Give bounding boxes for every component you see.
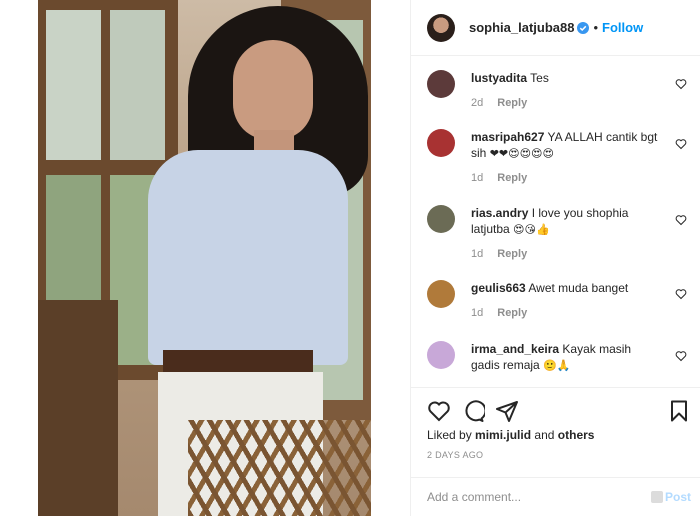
comment-age: 2d [471, 97, 484, 109]
commenter-avatar[interactable] [427, 205, 455, 233]
comment-emoji: 🙂🙏 [543, 359, 571, 372]
comment-text-block: geulis663 Awet muda banget [471, 280, 661, 296]
comment-emoji: 😍😘👍 [513, 223, 550, 236]
reply-button[interactable]: Reply [497, 248, 527, 260]
commenter-avatar[interactable] [427, 129, 455, 157]
heart-outline-icon[interactable] [675, 350, 687, 362]
header-separator: • [593, 20, 599, 35]
comment-text-block: rias.andry I love you shophia latjutba 😍… [471, 205, 661, 238]
heart-outline-icon[interactable] [675, 214, 687, 226]
liked-by-connector: and [534, 428, 555, 442]
rattan-chair [188, 420, 371, 516]
liked-by-others[interactable]: others [558, 428, 595, 442]
comments-list[interactable]: lustyadita Tes 2d Reply masripah627 YA AL… [411, 57, 700, 387]
comment-meta: 1d Reply [471, 172, 527, 184]
liked-by-line: Liked by mimi.julid and others [427, 428, 594, 442]
comment-username[interactable]: lustyadita [471, 71, 527, 85]
commenter-avatar[interactable] [427, 280, 455, 308]
comment-meta: 1d Reply [471, 248, 527, 260]
heart-outline-icon[interactable] [675, 138, 687, 150]
post-header: sophia_latjuba88 • Follow [411, 0, 700, 56]
owner-avatar[interactable] [427, 13, 455, 42]
comment-username[interactable]: irma_and_keira [471, 342, 559, 356]
comment-text-block: irma_and_keira Kayak masih gadis remaja … [471, 341, 661, 374]
person-face [233, 40, 313, 140]
comment-username[interactable]: geulis663 [471, 281, 526, 295]
post-date[interactable]: 2 DAYS AGO [427, 450, 483, 460]
comment-meta: 1d Reply [471, 307, 527, 319]
heart-outline-icon[interactable] [427, 399, 451, 423]
owner-username[interactable]: sophia_latjuba88 [469, 20, 574, 35]
comment-input[interactable] [427, 486, 637, 508]
comment-emoji: ❤❤😍😍😍😍 [489, 147, 554, 160]
heart-outline-icon[interactable] [675, 78, 687, 90]
reply-button[interactable]: Reply [497, 307, 527, 319]
post-media-pane [0, 0, 410, 516]
paper-plane-icon[interactable] [495, 399, 519, 423]
comment-text: Awet muda banget [528, 281, 629, 295]
post-photo[interactable] [38, 0, 371, 516]
follow-button[interactable]: Follow [602, 20, 643, 35]
comment-text-block: lustyadita Tes [471, 70, 661, 86]
liked-by-prefix: Liked by [427, 428, 472, 442]
comment-text: Tes [530, 71, 549, 85]
comment-age: 1d [471, 172, 484, 184]
liked-by-user[interactable]: mimi.julid [475, 428, 531, 442]
comment-age: 1d [471, 248, 484, 260]
comment-meta: 2d Reply [471, 97, 527, 109]
add-comment-bar: Post [411, 477, 700, 516]
comment-age: 1d [471, 307, 484, 319]
post-actions: Liked by mimi.julid and others 2 DAYS AG… [411, 387, 700, 515]
heart-outline-icon[interactable] [675, 288, 687, 300]
comment-text-block: masripah627 YA ALLAH cantik bgt sih ❤❤😍😍… [471, 129, 661, 162]
post-button-label: Post [664, 490, 691, 504]
comment-username[interactable]: masripah627 [471, 130, 544, 144]
post-comment-button[interactable]: Post [650, 490, 691, 504]
comment-bubble-icon[interactable] [461, 399, 485, 423]
bookmark-icon[interactable] [667, 399, 691, 423]
commenter-avatar[interactable] [427, 341, 455, 369]
reply-button[interactable]: Reply [497, 172, 527, 184]
person-shirt [148, 150, 348, 365]
verified-badge-icon [577, 21, 590, 34]
post-sidebar: sophia_latjuba88 • Follow lustyadita Tes… [410, 0, 700, 516]
commenter-avatar[interactable] [427, 70, 455, 98]
comment-username[interactable]: rias.andry [471, 206, 528, 220]
emoji-picker-icon[interactable] [650, 491, 663, 503]
reply-button[interactable]: Reply [497, 97, 527, 109]
